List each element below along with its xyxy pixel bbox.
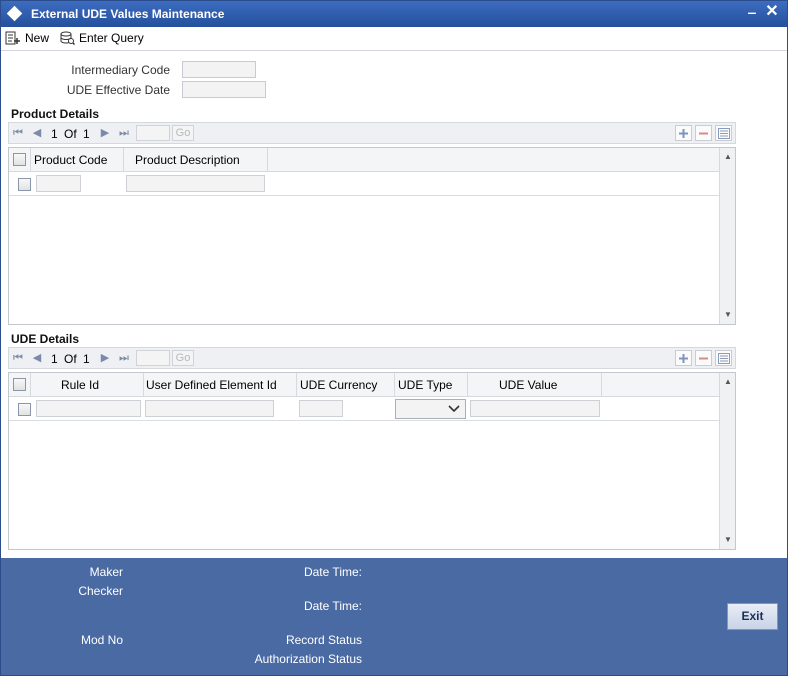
go-button[interactable]: Go bbox=[172, 125, 194, 141]
page-number-input[interactable] bbox=[136, 350, 170, 366]
ude-details-title: UDE Details bbox=[11, 332, 80, 346]
exit-button[interactable]: Exit bbox=[727, 603, 778, 630]
ude-effective-date-label: UDE Effective Date bbox=[66, 83, 170, 97]
scroll-up-icon[interactable]: ▲ bbox=[723, 377, 733, 387]
select-all-cell bbox=[9, 373, 31, 397]
total-pages: 1 bbox=[83, 127, 90, 141]
single-view-button[interactable] bbox=[715, 125, 732, 141]
enter-query-icon bbox=[60, 31, 75, 46]
ude-details-grid: Rule Id User Defined Element Id UDE Curr… bbox=[8, 372, 736, 550]
scroll-up-icon[interactable]: ▲ bbox=[723, 152, 733, 162]
delete-row-button[interactable] bbox=[695, 350, 712, 366]
window-diamond-icon bbox=[6, 5, 23, 22]
add-row-button[interactable] bbox=[675, 125, 692, 141]
page-number-input[interactable] bbox=[136, 125, 170, 141]
minus-icon bbox=[699, 357, 708, 359]
product-details-title: Product Details bbox=[11, 107, 100, 121]
ude-grid-header: Rule Id User Defined Element Id UDE Curr… bbox=[9, 373, 719, 397]
of-label: Of bbox=[64, 127, 77, 141]
ude-effective-date-input[interactable] bbox=[182, 81, 266, 98]
ude-currency-input[interactable] bbox=[299, 400, 343, 417]
product-grid-scrollbar[interactable]: ▲ ▼ bbox=[719, 148, 735, 324]
chevron-down-icon bbox=[448, 405, 460, 413]
column-header-ude-value[interactable]: UDE Value bbox=[468, 373, 602, 397]
product-description-input[interactable] bbox=[126, 175, 265, 192]
current-page: 1 bbox=[51, 127, 58, 141]
product-code-input[interactable] bbox=[36, 175, 81, 192]
plus-icon bbox=[679, 128, 688, 138]
minimize-icon[interactable]: ‒ bbox=[746, 5, 758, 20]
user-defined-element-id-input[interactable] bbox=[145, 400, 274, 417]
form-content: Intermediary Code UDE Effective Date Pro… bbox=[1, 52, 787, 558]
toolbar: New Enter Query bbox=[1, 27, 787, 51]
column-header-ude-currency[interactable]: UDE Currency bbox=[297, 373, 395, 397]
single-view-button[interactable] bbox=[715, 350, 732, 366]
main-window: External UDE Values Maintenance ‒ ✕ New bbox=[0, 0, 788, 676]
row-checkbox[interactable] bbox=[18, 403, 31, 416]
table-row bbox=[9, 397, 719, 421]
delete-row-button[interactable] bbox=[695, 125, 712, 141]
column-header-product-code[interactable]: Product Code bbox=[31, 148, 124, 172]
maker-label: Maker bbox=[89, 565, 123, 579]
last-page-icon[interactable]: ⏭ bbox=[118, 126, 130, 140]
previous-page-icon[interactable]: ◀ bbox=[31, 351, 43, 365]
rule-id-input[interactable] bbox=[36, 400, 141, 417]
new-label: New bbox=[25, 31, 50, 45]
ude-grid-scrollbar[interactable]: ▲ ▼ bbox=[719, 373, 735, 549]
next-page-icon[interactable]: ▶ bbox=[99, 126, 111, 140]
new-button[interactable]: New bbox=[5, 29, 49, 47]
select-all-checkbox[interactable] bbox=[13, 378, 26, 391]
product-details-navbar: ⏮ ◀ 1 Of 1 ▶ ⏭ Go bbox=[8, 122, 736, 144]
ude-value-input[interactable] bbox=[470, 400, 600, 417]
scroll-down-icon[interactable]: ▼ bbox=[723, 535, 733, 545]
plus-icon bbox=[679, 353, 688, 363]
audit-footer: Maker Checker Mod No Date Time: Date Tim… bbox=[1, 558, 787, 675]
total-pages: 1 bbox=[83, 352, 90, 366]
window-title: External UDE Values Maintenance bbox=[31, 7, 225, 21]
column-header-user-defined-element-id[interactable]: User Defined Element Id bbox=[144, 373, 297, 397]
authorization-status-label: Authorization Status bbox=[254, 652, 362, 666]
enter-query-button[interactable]: Enter Query bbox=[59, 29, 144, 47]
scroll-down-icon[interactable]: ▼ bbox=[723, 310, 733, 320]
title-bar: External UDE Values Maintenance ‒ ✕ bbox=[1, 1, 787, 27]
last-page-icon[interactable]: ⏭ bbox=[118, 351, 130, 365]
product-details-grid: Product Code Product Description ▲ ▼ bbox=[8, 147, 736, 325]
column-header-ude-type[interactable]: UDE Type bbox=[395, 373, 468, 397]
previous-page-icon[interactable]: ◀ bbox=[31, 126, 43, 140]
intermediary-code-input[interactable] bbox=[182, 61, 256, 78]
minus-icon bbox=[699, 132, 708, 134]
checker-date-time-label: Date Time: bbox=[303, 599, 362, 613]
record-status-label: Record Status bbox=[285, 633, 362, 647]
first-page-icon[interactable]: ⏮ bbox=[12, 126, 24, 140]
intermediary-code-label: Intermediary Code bbox=[71, 63, 170, 77]
product-grid-header: Product Code Product Description bbox=[9, 148, 719, 172]
first-page-icon[interactable]: ⏮ bbox=[12, 351, 24, 365]
select-all-checkbox[interactable] bbox=[13, 153, 26, 166]
go-button[interactable]: Go bbox=[172, 350, 194, 366]
ude-details-navbar: ⏮ ◀ 1 Of 1 ▶ ⏭ Go bbox=[8, 347, 736, 369]
mod-no-label: Mod No bbox=[80, 633, 123, 647]
ude-type-select[interactable] bbox=[395, 399, 466, 419]
maker-date-time-label: Date Time: bbox=[303, 565, 362, 579]
new-icon bbox=[5, 31, 20, 45]
add-row-button[interactable] bbox=[675, 350, 692, 366]
select-all-cell bbox=[9, 148, 31, 172]
list-icon bbox=[717, 352, 730, 364]
table-row bbox=[9, 172, 719, 196]
of-label: Of bbox=[64, 352, 77, 366]
checker-label: Checker bbox=[78, 584, 123, 598]
list-icon bbox=[717, 127, 730, 139]
row-checkbox[interactable] bbox=[18, 178, 31, 191]
column-header-product-description[interactable]: Product Description bbox=[124, 148, 268, 172]
column-header-rule-id[interactable]: Rule Id bbox=[31, 373, 144, 397]
enter-query-label: Enter Query bbox=[79, 31, 144, 45]
current-page: 1 bbox=[51, 352, 58, 366]
close-icon[interactable]: ✕ bbox=[765, 4, 779, 20]
next-page-icon[interactable]: ▶ bbox=[99, 351, 111, 365]
